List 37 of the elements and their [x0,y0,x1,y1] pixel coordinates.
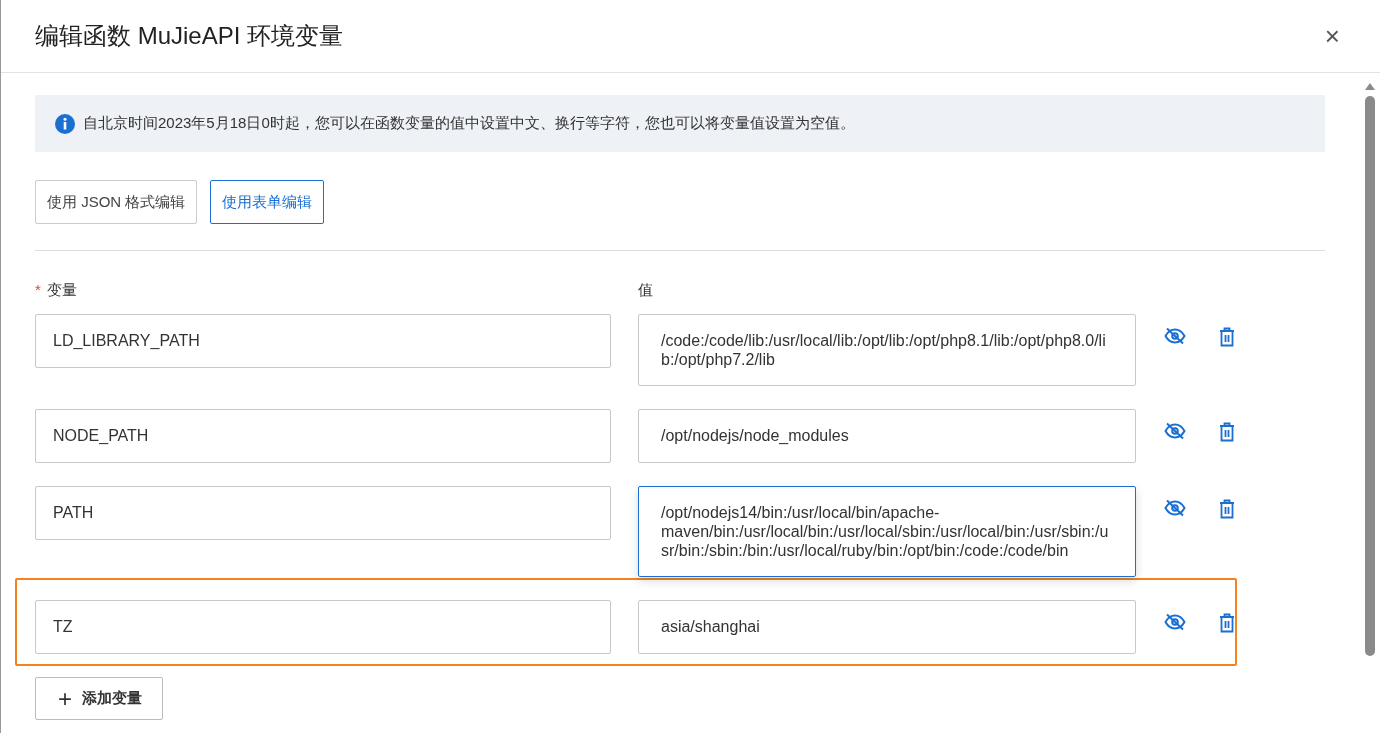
name-field[interactable]: LD_LIBRARY_PATH [35,314,611,368]
trash-icon [1219,613,1235,633]
name-field[interactable]: NODE_PATH [35,409,611,463]
mode-tab[interactable]: 使用表单编辑 [210,180,325,224]
value-field[interactable]: /code:/code/lib:/usr/local/lib:/opt/lib:/opt/php8.1/lib:/opt/php8.0/lib:/opt/php7.2/lib [638,314,1136,386]
close-button[interactable]: × [1320,20,1344,52]
eye-off-icon [1164,613,1186,631]
value-field[interactable]: asia/shanghai [638,600,1136,654]
name-field[interactable]: TZ [35,600,611,654]
scroll-up-icon[interactable] [1365,83,1375,90]
delete-button[interactable] [1219,327,1235,347]
plus-icon: + [58,686,72,711]
dialog-title: 编辑函数 MuJieAPI 环境变量 [35,21,344,51]
mode-tab[interactable]: 使用 JSON 格式编辑 [35,180,198,224]
toggle-visibility-button[interactable] [1164,327,1186,345]
column-label: 变量 [46,281,77,300]
value-field[interactable]: /opt/nodejs14/bin:/usr/local/bin/apache-maven/bin:/usr/local/bin:/usr/local/sbin:/usr/local/bin:/usr/sbin:/usr/bin:/sbin:/bin:/usr/local/ruby/bin:/opt/bin:/code:/code/bin [638,486,1136,577]
toggle-visibility-button[interactable] [1164,613,1186,631]
trash-icon [1219,499,1235,519]
required-mark: * [35,281,41,300]
add-variable-button[interactable]: + 添加变量 [35,677,163,720]
eye-off-icon [1164,327,1186,345]
delete-button[interactable] [1219,499,1235,519]
toggle-visibility-button[interactable] [1164,499,1186,517]
eye-off-icon [1164,422,1186,440]
info-text: 自北京时间2023年5月18日0时起，您可以在函数变量的值中设置中文、换行等字符，您也可以将变量值设置为空值。 [83,114,855,133]
delete-button[interactable] [1219,422,1235,442]
info-icon [55,113,75,134]
value-field[interactable]: /opt/nodejs/node_modules [638,409,1136,463]
toggle-visibility-button[interactable] [1164,422,1186,440]
trash-icon [1219,327,1235,347]
scrollbar-thumb[interactable] [1365,96,1375,656]
delete-button[interactable] [1219,613,1235,633]
column-label: 值 [638,281,653,300]
name-field[interactable]: PATH [35,486,611,540]
eye-off-icon [1164,499,1186,517]
trash-icon [1219,422,1235,442]
